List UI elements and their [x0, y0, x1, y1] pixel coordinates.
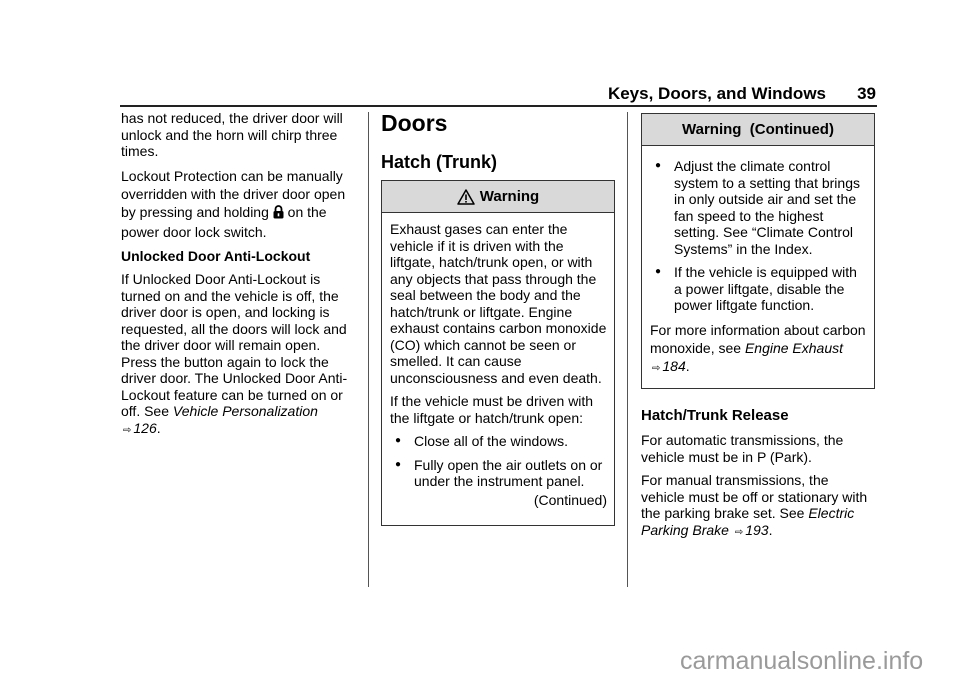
- paragraph: For automatic transmissions, the vehicle…: [641, 432, 844, 465]
- text: If Unlocked Door Anti-Lockout is turned …: [121, 271, 348, 419]
- bullet-text: Fully open the air outlets on or under t…: [414, 456, 603, 490]
- paragraph: For manual transmissions, the vehicle mu…: [641, 472, 875, 541]
- text: .: [768, 521, 773, 538]
- warning-header: Warning: [382, 181, 614, 213]
- paragraph: Exhaust gases can enter the vehicle if i…: [390, 221, 607, 386]
- lock-icon: [273, 204, 284, 223]
- page-reference[interactable]: 184: [662, 358, 685, 374]
- page-reference[interactable]: 193: [745, 522, 768, 538]
- paragraph: If the vehicle must be driven with the l…: [390, 393, 594, 426]
- column-divider-2: [627, 112, 628, 587]
- column-divider-1: [368, 112, 369, 587]
- page-number: 39: [857, 84, 876, 103]
- bullet-text: Adjust the climate control system to a s…: [674, 158, 860, 257]
- page-ref-arrow-icon: ⇨: [123, 424, 132, 436]
- text: .: [685, 357, 690, 374]
- warning-triangle-icon: [457, 188, 475, 205]
- warning-body: ● Adjust the climate control system to a…: [642, 146, 874, 391]
- warning-header: Warning (Continued): [642, 114, 874, 146]
- warning-box: Warning Exhaust gases can enter the vehi…: [381, 180, 615, 526]
- page-ref-arrow-icon: ⇨: [652, 362, 661, 374]
- hatch-release-section: Hatch/Trunk Release For automatic transm…: [641, 407, 875, 548]
- section-title: Keys, Doors, and Windows: [607, 84, 826, 103]
- warning-title: Warning: [479, 188, 540, 205]
- bullet-text: If the vehicle is equipped with a power …: [674, 264, 857, 313]
- column-2: Doors Hatch (Trunk): [381, 110, 615, 173]
- warning-body: Exhaust gases can enter the vehicle if i…: [382, 213, 614, 514]
- subheading-anti-lockout: Unlocked Door Anti-Lockout: [121, 247, 311, 264]
- bullet-icon: ●: [394, 435, 402, 446]
- watermark: carmanualsonline.info: [680, 647, 924, 675]
- heading-hatch-trunk-release: Hatch/Trunk Release: [641, 407, 789, 424]
- text: .: [156, 419, 161, 436]
- paragraph: If Unlocked Door Anti-Lockout is turned …: [121, 271, 359, 439]
- continued-label: (Continued): [533, 491, 607, 508]
- text: by pressing and holding: [121, 203, 269, 220]
- paragraph: has not reduced, the driver door will un…: [121, 110, 343, 159]
- bullet-icon: ●: [654, 266, 662, 277]
- bullet-icon: ●: [654, 160, 662, 171]
- text: Lockout Protection can be manually overr…: [121, 167, 346, 202]
- bullet-item: ● Adjust the climate control system to a…: [650, 158, 867, 257]
- heading-hatch-trunk: Hatch (Trunk): [381, 152, 498, 172]
- bullet-item: ● If the vehicle is equipped with a powe…: [650, 264, 867, 314]
- bullet-item: ● Close all of the windows.: [390, 433, 607, 450]
- page-ref-arrow-icon: ⇨: [734, 526, 744, 538]
- warning-title: Warning (Continued): [682, 121, 834, 138]
- bullet-item: ● Fully open the air outlets on or under…: [390, 457, 607, 490]
- header-rule: [120, 105, 877, 107]
- heading-doors: Doors: [381, 110, 448, 136]
- bullet-icon: ●: [394, 458, 402, 470]
- cross-reference-link[interactable]: Engine Exhaust: [745, 340, 843, 356]
- warning-continued-box: Warning (Continued) ● Adjust the climate…: [641, 113, 875, 389]
- cross-reference-link[interactable]: Vehicle Personalization: [173, 403, 318, 419]
- paragraph: For more information about carbon monoxi…: [650, 321, 867, 378]
- page-reference[interactable]: 126: [133, 420, 156, 436]
- column-1: has not reduced, the driver door will un…: [121, 110, 359, 446]
- paragraph: Lockout Protection can be manually overr…: [121, 167, 359, 241]
- bullet-text: Close all of the windows.: [414, 433, 569, 449]
